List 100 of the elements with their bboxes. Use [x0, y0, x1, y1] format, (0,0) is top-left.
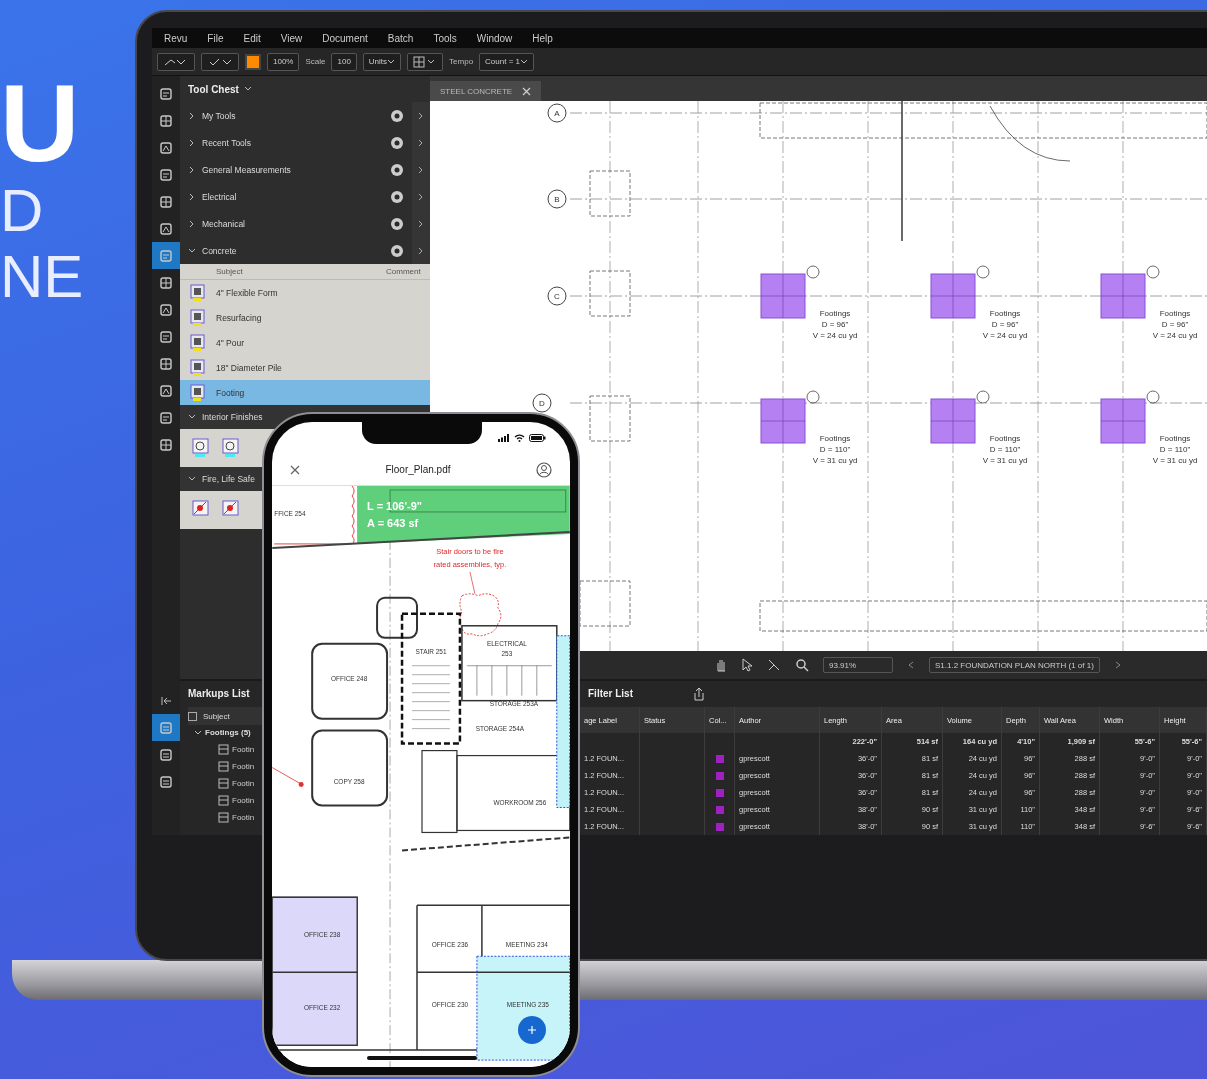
- caret-icon[interactable]: [243, 85, 252, 93]
- column-header: Subject: [203, 711, 230, 721]
- headline-text: D: [0, 178, 45, 244]
- tool-set-name[interactable]: Concrete: [202, 245, 390, 256]
- markup-item[interactable]: Footin: [232, 813, 255, 822]
- grid-dropdown[interactable]: [407, 52, 444, 71]
- markup-tool-icon[interactable]: [222, 438, 240, 458]
- measurement-label: L = 106'-9": [367, 499, 422, 512]
- caret-icon: [520, 57, 528, 66]
- tool-set-name[interactable]: My Tools: [202, 110, 390, 121]
- markup-item[interactable]: Footin: [232, 762, 255, 771]
- callout-tag-icon: [1146, 390, 1160, 404]
- page-field[interactable]: S1.1.2 FOUNDATION PLAN NORTH (1 of 1): [929, 657, 1100, 673]
- footing-label: Footings D = 110" V = 31 cu yd: [1152, 434, 1198, 465]
- markup-tool-icon: [218, 761, 229, 772]
- footing-label: Footings D = 110" V = 31 cu yd: [982, 434, 1028, 465]
- tool-set-name[interactable]: Mechanical: [202, 218, 390, 229]
- revision-cloud: [459, 593, 502, 637]
- scale-field[interactable]: 100: [331, 52, 357, 71]
- tool-row[interactable]: 4" Pour: [180, 330, 430, 355]
- markup-tool-icon: [190, 358, 206, 377]
- menu-item[interactable]: Edit: [243, 32, 261, 44]
- footing-label: Footings D = 96" V = 24 cu yd: [812, 309, 858, 340]
- menu-item[interactable]: Batch: [387, 32, 414, 44]
- zoom-icon[interactable]: [795, 658, 809, 672]
- export-icon[interactable]: [693, 687, 705, 701]
- line-style-dropdown[interactable]: [157, 52, 195, 71]
- markup-tool-icon: [190, 383, 206, 402]
- caret-icon: [387, 57, 396, 66]
- column-header: Comment: [386, 267, 421, 276]
- previous-icon[interactable]: [907, 661, 915, 669]
- group-row[interactable]: Footings (5): [205, 725, 251, 741]
- markup-tool-icon: [218, 744, 229, 755]
- markup-item[interactable]: Footin: [232, 796, 255, 805]
- tool-set-name[interactable]: General Measurements: [202, 164, 390, 175]
- headline-text: NE: [0, 244, 84, 310]
- count-dropdown[interactable]: Count = 1: [479, 52, 534, 71]
- pointer-icon[interactable]: [741, 658, 753, 672]
- leader-arrow: [272, 767, 304, 787]
- tool-row[interactable]: 4" Flexible Form: [180, 280, 430, 305]
- menu-item[interactable]: Help: [532, 32, 553, 44]
- menu-item[interactable]: Window: [476, 32, 513, 44]
- panel-title: Filter List: [588, 687, 633, 701]
- panel-title: Markups List: [188, 687, 251, 701]
- document-tab[interactable]: STEEL CONCRETE: [430, 81, 542, 101]
- wifi-icon: [514, 434, 525, 443]
- markup-tool-icon: [218, 778, 229, 789]
- tool-row[interactable]: Resurfacing: [180, 305, 430, 330]
- leader-line: [469, 571, 476, 595]
- menu-item[interactable]: View: [280, 32, 303, 44]
- tool-set-name[interactable]: Interior Finishes: [202, 412, 263, 422]
- area-markup[interactable]: [272, 896, 358, 1046]
- next-icon[interactable]: [1113, 661, 1122, 669]
- tempo-label: Tempo: [449, 57, 474, 66]
- area-markup[interactable]: [556, 635, 570, 808]
- grid-bubble: B: [547, 189, 567, 209]
- markup-tool-icon: [190, 283, 206, 302]
- units-dropdown[interactable]: Units: [362, 52, 402, 71]
- grid-bubble: A: [547, 103, 567, 123]
- markup-tool-icon: [190, 308, 206, 327]
- markup-item[interactable]: Footin: [232, 779, 255, 788]
- callout-tag-icon: [976, 265, 990, 279]
- measurement-label: A = 643 sf: [367, 516, 419, 529]
- footing-label: Footings D = 96" V = 24 cu yd: [982, 309, 1028, 340]
- callout-tag-icon: [1146, 265, 1160, 279]
- tool-row[interactable]: Footing: [180, 380, 430, 405]
- callout-tag-icon: [806, 390, 820, 404]
- menu-item[interactable]: File: [207, 32, 224, 44]
- opacity-field[interactable]: 100%: [267, 52, 300, 71]
- callout-tag-icon: [806, 265, 820, 279]
- checkmark-icon: [207, 56, 233, 67]
- area-markup[interactable]: [476, 955, 570, 1061]
- zoom-field[interactable]: 93.91%: [823, 657, 893, 673]
- grid-bubble: C: [547, 286, 567, 306]
- markup-tool-icon[interactable]: [192, 438, 210, 458]
- footing-label: Footings D = 110" V = 31 cu yd: [812, 434, 858, 465]
- caret-icon[interactable]: [194, 729, 202, 737]
- plus-icon: [527, 1025, 537, 1035]
- check-dropdown[interactable]: [201, 52, 239, 71]
- markup-item[interactable]: Footin: [232, 745, 255, 754]
- color-swatch[interactable]: [245, 53, 261, 70]
- battery-icon: [529, 434, 546, 443]
- callout-tag-icon: [976, 390, 990, 404]
- headline-text: U: [0, 68, 81, 178]
- tool-row[interactable]: 18" Diameter Pile: [180, 355, 430, 380]
- scale-label: Scale: [305, 57, 326, 66]
- select-icon[interactable]: [767, 658, 781, 672]
- menu-item[interactable]: Tools: [433, 32, 457, 44]
- checkbox[interactable]: [188, 711, 197, 721]
- column-header: Subject: [215, 267, 244, 276]
- panel-title[interactable]: Tool Chest: [188, 83, 239, 95]
- menu-item[interactable]: Document: [322, 32, 368, 44]
- tool-set-name[interactable]: Fire, Life Safe: [202, 474, 255, 484]
- menu-item[interactable]: Revu: [164, 32, 188, 44]
- tool-set-name[interactable]: Recent Tools: [202, 137, 390, 148]
- account-icon[interactable]: [536, 461, 552, 478]
- close-icon[interactable]: [290, 464, 300, 475]
- file-title: Floor_Plan.pdf: [385, 464, 451, 476]
- tool-set-name[interactable]: Electrical: [202, 191, 390, 202]
- signal-icon: [498, 434, 510, 443]
